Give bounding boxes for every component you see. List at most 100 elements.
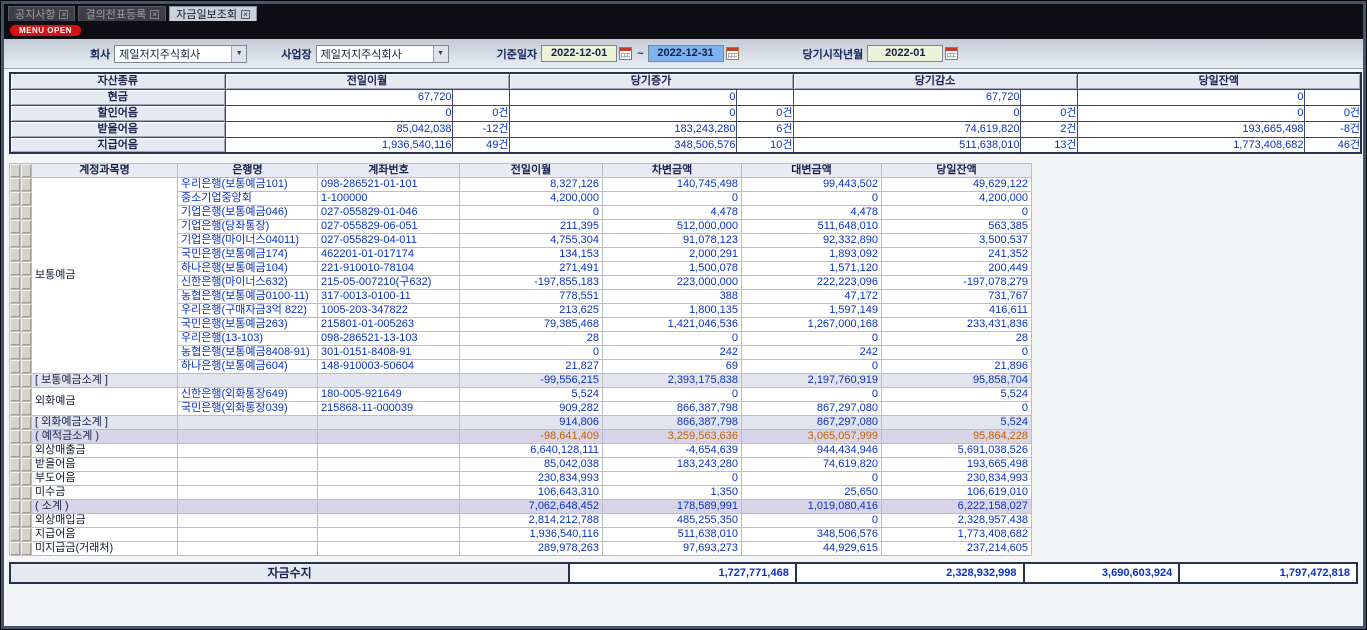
amount-cell[interactable]: 97,693,273 [603,542,742,556]
amount-cell[interactable]: 1,893,092 [742,248,882,262]
row-selector-cell[interactable] [10,206,21,220]
account-number-cell[interactable]: 148-910003-50604 [318,360,460,374]
amount-cell[interactable]: 8,327,126 [460,178,603,192]
empty-cell[interactable] [318,500,460,514]
amount-cell[interactable]: 1,571,120 [742,262,882,276]
tab-notice[interactable]: 공지사항 × [8,6,75,21]
amount-cell[interactable]: 1,500,078 [603,262,742,276]
row-selector-cell[interactable] [10,220,21,234]
amount-cell[interactable]: 213,625 [460,304,603,318]
bank-name-cell[interactable]: 국민은행(보통예금174) [178,248,318,262]
amount-cell[interactable]: -98,641,409 [460,430,603,444]
account-number-cell[interactable]: 215-05-007210(구632) [318,276,460,290]
account-number-cell[interactable]: 027-055829-04-011 [318,234,460,248]
amount-cell[interactable]: 0 [742,192,882,206]
amount-cell[interactable]: 233,431,836 [882,318,1032,332]
amount-cell[interactable]: 0 [742,472,882,486]
row-selector-cell[interactable] [10,248,21,262]
amount-cell[interactable]: 237,214,605 [882,542,1032,556]
calendar-icon[interactable] [945,47,958,60]
bank-name-cell[interactable]: 신한은행(마이너스632) [178,276,318,290]
amount-cell[interactable]: -197,078,279 [882,276,1032,290]
account-number-cell[interactable]: 215801-01-005263 [318,318,460,332]
amount-cell[interactable]: 223,000,000 [603,276,742,290]
account-label-cell[interactable]: [ 외화예금소계 ] [32,416,178,430]
bank-name-cell[interactable]: 기업은행(마이너스04011) [178,234,318,248]
amount-cell[interactable]: 1,800,135 [603,304,742,318]
bank-name-cell[interactable]: 우리은행(구매자금3억 822) [178,304,318,318]
amount-cell[interactable]: 7,062,648,452 [460,500,603,514]
amount-cell[interactable]: 3,259,563,636 [603,430,742,444]
row-selector-cell[interactable] [10,276,21,290]
row-selector-cell[interactable] [21,528,32,542]
amount-cell[interactable]: 2,814,212,788 [460,514,603,528]
amount-cell[interactable]: 178,589,991 [603,500,742,514]
amount-cell[interactable]: 0 [460,206,603,220]
row-selector-cell[interactable] [21,402,32,416]
amount-cell[interactable]: 200,449 [882,262,1032,276]
account-number-cell[interactable]: 317-0013-0100-11 [318,290,460,304]
empty-cell[interactable] [318,416,460,430]
row-selector-cell[interactable] [10,374,21,388]
empty-cell[interactable] [318,458,460,472]
row-selector-cell[interactable] [21,360,32,374]
row-selector-cell[interactable] [21,500,32,514]
row-selector-cell[interactable] [21,514,32,528]
amount-cell[interactable]: 222,223,096 [742,276,882,290]
amount-cell[interactable]: 866,387,798 [603,416,742,430]
row-selector-cell[interactable] [21,430,32,444]
amount-cell[interactable]: 241,352 [882,248,1032,262]
amount-cell[interactable]: 1,019,080,416 [742,500,882,514]
account-number-cell[interactable]: 027-055829-06-051 [318,220,460,234]
row-selector-cell[interactable] [21,346,32,360]
row-selector-cell[interactable] [21,276,32,290]
bank-name-cell[interactable]: 우리은행(보통예금101) [178,178,318,192]
amount-cell[interactable]: 5,524 [882,416,1032,430]
row-selector-cell[interactable] [10,402,21,416]
amount-cell[interactable]: 49,629,122 [882,178,1032,192]
amount-cell[interactable]: 79,385,468 [460,318,603,332]
amount-cell[interactable]: 4,478 [603,206,742,220]
account-number-cell[interactable]: 301-0151-8408-91 [318,346,460,360]
date-from-input[interactable]: 2022-12-01 [541,45,617,62]
amount-cell[interactable]: 6,640,128,111 [460,444,603,458]
bank-name-cell[interactable]: 중소기업중앙회 [178,192,318,206]
row-selector-cell[interactable] [21,178,32,192]
tab-close-icon[interactable]: × [150,10,159,19]
chevron-down-icon[interactable]: ▼ [231,46,246,62]
tab-daily-fund-report[interactable]: 자금일보조회 × [169,6,257,21]
bank-name-cell[interactable]: 국민은행(보통예금263) [178,318,318,332]
empty-cell[interactable] [318,528,460,542]
row-selector-cell[interactable] [21,192,32,206]
row-selector-cell[interactable] [10,318,21,332]
bank-name-cell[interactable]: 우리은행(13-103) [178,332,318,346]
amount-cell[interactable]: 2,328,957,438 [882,514,1032,528]
amount-cell[interactable]: 563,385 [882,220,1032,234]
amount-cell[interactable]: 5,524 [882,388,1032,402]
empty-cell[interactable] [178,374,318,388]
row-selector-cell[interactable] [10,178,21,192]
amount-cell[interactable]: 47,172 [742,290,882,304]
amount-cell[interactable]: 0 [603,192,742,206]
empty-cell[interactable] [178,472,318,486]
row-selector-cell[interactable] [21,444,32,458]
bank-name-cell[interactable]: 기업은행(당좌통장) [178,220,318,234]
amount-cell[interactable]: 3,500,537 [882,234,1032,248]
amount-cell[interactable]: 21,827 [460,360,603,374]
amount-cell[interactable]: 92,332,890 [742,234,882,248]
account-label-cell[interactable]: [ 보통예금소계 ] [32,374,178,388]
amount-cell[interactable]: 44,929,615 [742,542,882,556]
amount-cell[interactable]: 731,767 [882,290,1032,304]
account-label-cell[interactable]: 지급어음 [32,528,178,542]
amount-cell[interactable]: 778,551 [460,290,603,304]
bank-name-cell[interactable]: 하나은행(보통예금104) [178,262,318,276]
date-to-input[interactable]: 2022-12-31 [648,45,724,62]
amount-cell[interactable]: 0 [603,388,742,402]
row-selector-cell[interactable] [10,290,21,304]
amount-cell[interactable]: 0 [882,206,1032,220]
empty-cell[interactable] [178,528,318,542]
amount-cell[interactable]: 289,978,263 [460,542,603,556]
empty-cell[interactable] [178,500,318,514]
amount-cell[interactable]: 230,834,993 [460,472,603,486]
amount-cell[interactable]: 0 [882,402,1032,416]
